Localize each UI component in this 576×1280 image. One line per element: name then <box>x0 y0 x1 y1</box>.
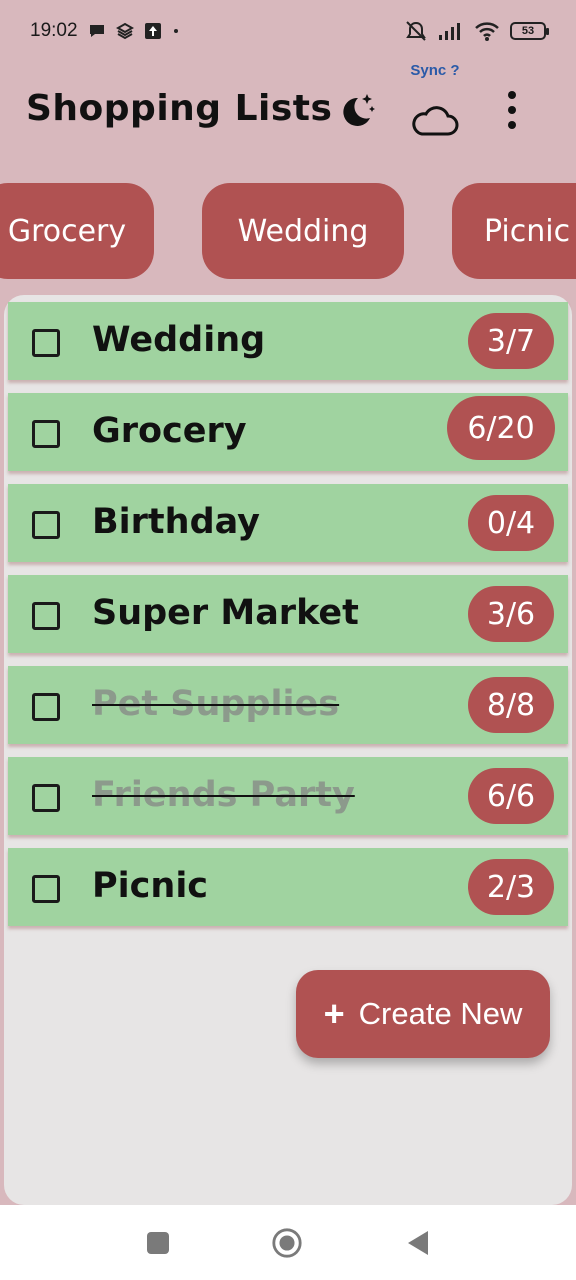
list-item-label: Birthday <box>92 502 260 542</box>
system-nav-bar <box>0 1205 576 1280</box>
list-item[interactable]: Pet Supplies 8/8 <box>8 666 568 744</box>
checkbox[interactable] <box>32 420 60 448</box>
back-triangle-icon[interactable] <box>402 1227 434 1259</box>
list-item-label: Grocery <box>92 411 247 451</box>
page-title: Shopping Lists <box>26 88 333 129</box>
status-time: 19:02 <box>30 20 78 41</box>
checkbox[interactable] <box>32 511 60 539</box>
recents-square-icon[interactable] <box>142 1227 174 1259</box>
checkbox[interactable] <box>32 602 60 630</box>
muted-bell-icon <box>404 20 428 42</box>
checkbox[interactable] <box>32 693 60 721</box>
upload-icon <box>144 22 162 40</box>
list-item-label: Pet Supplies <box>92 684 340 724</box>
create-new-label: Create New <box>358 996 523 1031</box>
list-item[interactable]: Grocery 6/20 <box>8 393 568 471</box>
chip-picnic[interactable]: Picnic <box>452 183 576 279</box>
more-vert-icon[interactable] <box>498 88 526 132</box>
list-item[interactable]: Picnic 2/3 <box>8 848 568 926</box>
list-item-label: Wedding <box>92 320 266 360</box>
count-badge: 8/8 <box>468 677 554 733</box>
create-new-button[interactable]: + Create New <box>296 970 550 1058</box>
dot-icon <box>172 27 180 35</box>
app-bar: Shopping Lists Sync ? <box>0 62 576 162</box>
chat-bubble-icon <box>88 22 106 40</box>
count-badge: 0/4 <box>468 495 554 551</box>
count-badge: 2/3 <box>468 859 554 915</box>
list-item[interactable]: Super Market 3/6 <box>8 575 568 653</box>
checkbox[interactable] <box>32 784 60 812</box>
count-badge: 6/20 <box>447 396 555 460</box>
chip-wedding[interactable]: Wedding <box>202 183 404 279</box>
checkbox[interactable] <box>32 329 60 357</box>
list-item-label: Friends Party <box>92 775 355 815</box>
lists-panel: Wedding 3/7 Grocery 6/20 Birthday 0/4 Su… <box>4 295 572 1205</box>
count-badge: 6/6 <box>468 768 554 824</box>
checkbox[interactable] <box>32 875 60 903</box>
chip-grocery[interactable]: Grocery <box>0 183 154 279</box>
sync-label[interactable]: Sync ? <box>400 62 470 79</box>
list-item[interactable]: Wedding 3/7 <box>8 302 568 380</box>
status-bar: 19:02 53 <box>0 0 576 62</box>
count-badge: 3/6 <box>468 586 554 642</box>
list-item-label: Super Market <box>92 593 359 633</box>
wifi-icon <box>474 20 500 42</box>
list-chips: Grocery Wedding Picnic <box>0 183 576 279</box>
list-item-label: Picnic <box>92 866 209 906</box>
signal-icon <box>438 21 464 41</box>
plus-icon: + <box>323 993 345 1034</box>
count-badge: 3/7 <box>468 313 554 369</box>
moon-stars-icon[interactable] <box>334 88 378 132</box>
battery-icon: 53 <box>510 22 549 40</box>
layers-icon <box>115 22 134 40</box>
cloud-icon[interactable] <box>410 100 460 140</box>
list-item[interactable]: Friends Party 6/6 <box>8 757 568 835</box>
home-circle-icon[interactable] <box>271 1227 303 1259</box>
list-item[interactable]: Birthday 0/4 <box>8 484 568 562</box>
battery-level: 53 <box>521 25 535 37</box>
